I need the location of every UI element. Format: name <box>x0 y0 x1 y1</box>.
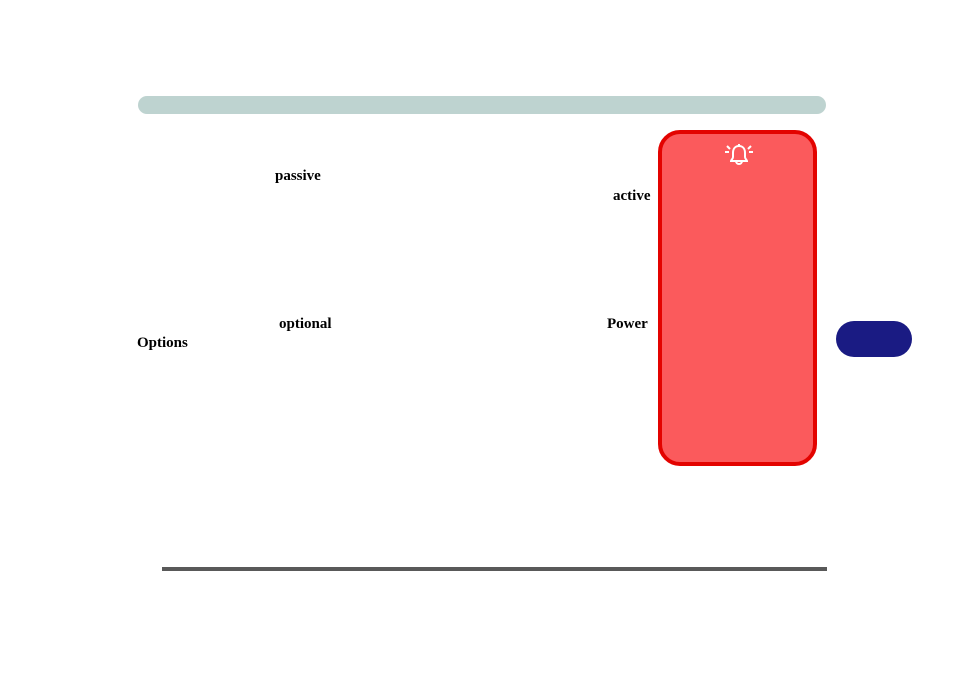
label-options: Options <box>137 335 188 352</box>
pill-button[interactable] <box>836 321 912 357</box>
label-optional: optional <box>279 316 332 333</box>
label-passive: passive <box>275 168 321 185</box>
bell-icon <box>725 142 753 168</box>
label-active: active <box>613 188 650 205</box>
bottom-line <box>162 567 827 571</box>
red-panel <box>658 130 817 466</box>
top-bar <box>138 96 826 114</box>
label-power: Power <box>607 316 648 333</box>
